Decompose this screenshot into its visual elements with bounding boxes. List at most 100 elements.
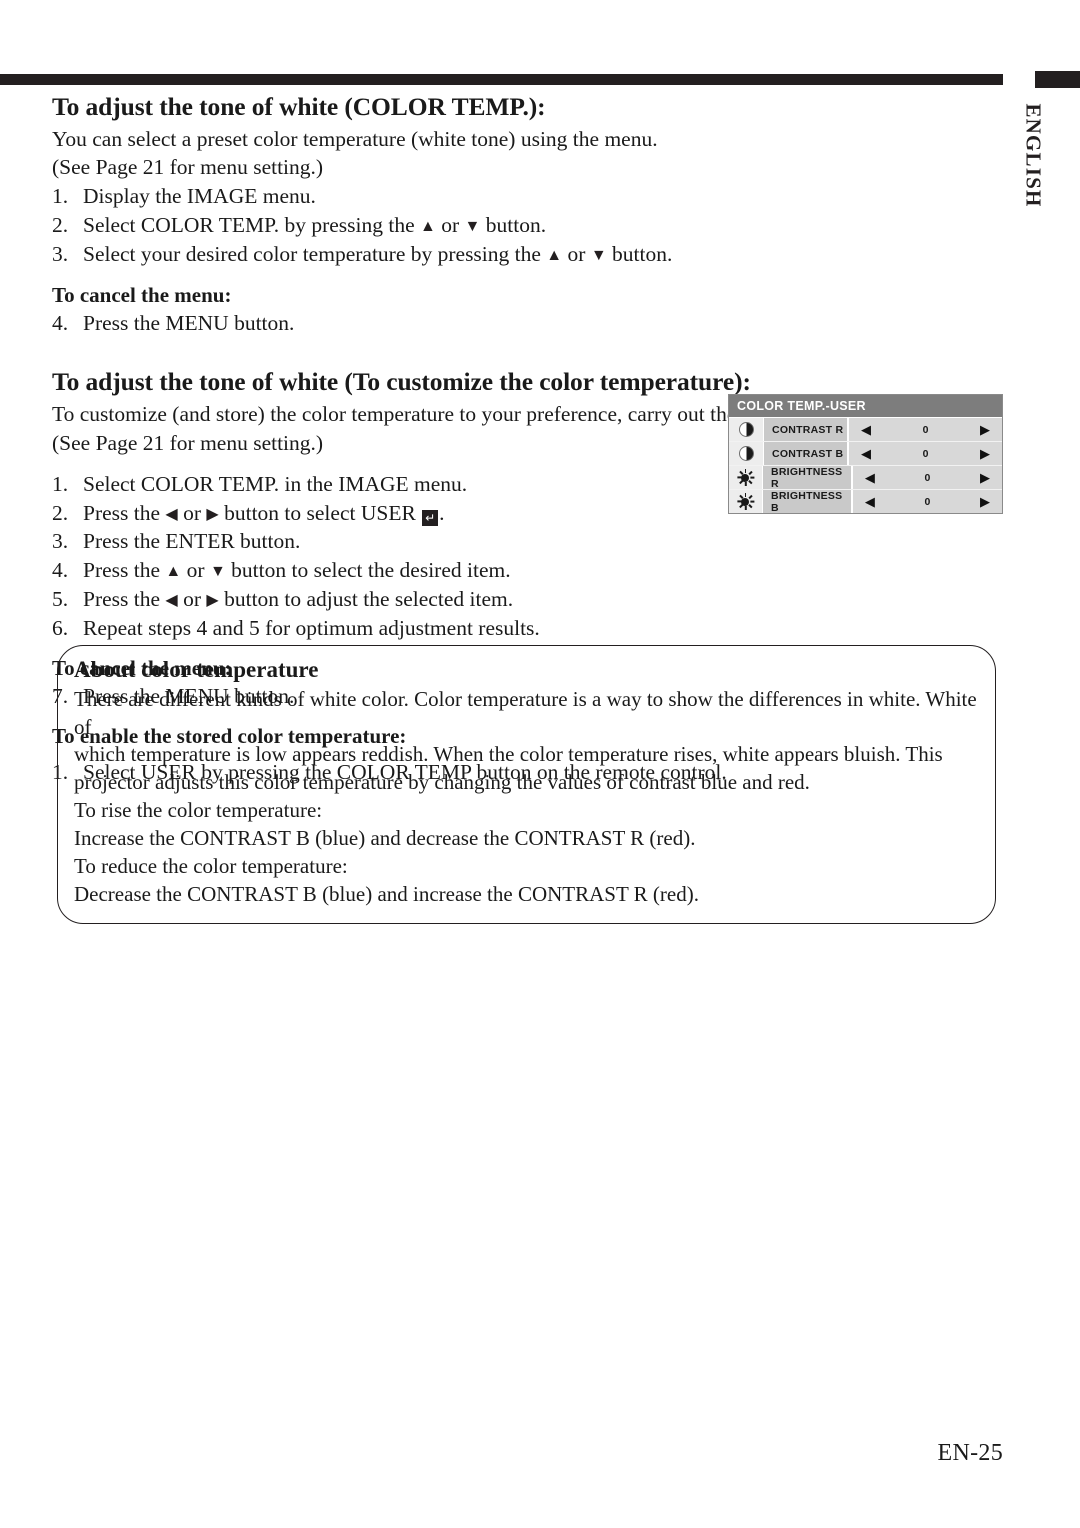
step-number: 3. bbox=[52, 242, 69, 267]
note-box-line: To reduce the color temperature: bbox=[74, 854, 348, 879]
osd-row-label: CONTRAST R bbox=[764, 418, 847, 441]
section1-steps: 1. Display the IMAGE menu. 2. Select COL… bbox=[52, 182, 1012, 269]
osd-value-control[interactable]: ◀ 0 ▶ bbox=[847, 442, 1002, 465]
step-text: Press the bbox=[83, 500, 166, 525]
step-number: 6. bbox=[52, 616, 69, 641]
osd-value-control[interactable]: ◀ 0 ▶ bbox=[850, 466, 1002, 489]
step-text-period: . bbox=[439, 500, 445, 525]
brightness-icon bbox=[736, 493, 754, 510]
step-number: 3. bbox=[52, 529, 69, 554]
decrease-arrow-icon[interactable]: ◀ bbox=[865, 495, 875, 508]
note-box-line: Increase the CONTRAST B (blue) and decre… bbox=[74, 826, 696, 851]
osd-row-label: BRIGHTNESS B bbox=[762, 490, 851, 514]
arrow-right-icon bbox=[206, 593, 218, 609]
step-text: Press the ENTER button. bbox=[83, 529, 301, 554]
section1-intro-line2: (See Page 21 for menu setting.) bbox=[52, 155, 324, 180]
section1-cancel-steps: 4. Press the MENU button. bbox=[52, 309, 1012, 338]
page-number: EN-25 bbox=[937, 1440, 1003, 1466]
osd-row-label: CONTRAST B bbox=[764, 442, 847, 465]
osd-value: 0 bbox=[924, 495, 931, 508]
step-number: 4. bbox=[52, 558, 69, 583]
osd-row-contrast-b[interactable]: CONTRAST B ◀ 0 ▶ bbox=[729, 442, 1002, 466]
brightness-icon-cell bbox=[729, 490, 763, 513]
step-number: 5. bbox=[52, 587, 69, 612]
step-text: Select COLOR TEMP. in the IMAGE menu. bbox=[83, 471, 468, 496]
step-item: 2. Select COLOR TEMP. by pressing the or… bbox=[52, 211, 1012, 240]
step-text-post: button. bbox=[606, 242, 673, 267]
note-box-line: projector adjusts this color temperature… bbox=[74, 770, 810, 795]
arrow-left-icon bbox=[165, 507, 177, 523]
osd-value: 0 bbox=[922, 423, 929, 436]
section1-heading: To adjust the tone of white (COLOR TEMP.… bbox=[52, 92, 546, 121]
decrease-arrow-icon[interactable]: ◀ bbox=[861, 423, 871, 436]
note-box-line: Decrease the CONTRAST B (blue) and incre… bbox=[74, 882, 699, 907]
osd-row-contrast-r[interactable]: CONTRAST R ◀ 0 ▶ bbox=[729, 418, 1002, 442]
step-text-mid: or bbox=[435, 213, 465, 238]
osd-row-brightness-r[interactable]: BRIGHTNESS R ◀ 0 ▶ bbox=[729, 466, 1002, 490]
increase-arrow-icon[interactable]: ▶ bbox=[980, 471, 990, 484]
increase-arrow-icon[interactable]: ▶ bbox=[980, 423, 990, 436]
step-number: 2. bbox=[52, 500, 69, 525]
decrease-arrow-icon[interactable]: ◀ bbox=[865, 471, 875, 484]
arrow-up-icon bbox=[165, 564, 181, 580]
language-tab: ENGLISH bbox=[1016, 95, 1050, 235]
step-text-post: button. bbox=[480, 213, 547, 238]
step-text-post: button to select USER bbox=[218, 500, 422, 525]
osd-row-brightness-b[interactable]: BRIGHTNESS B ◀ 0 ▶ bbox=[729, 490, 1002, 514]
step-text-mid: or bbox=[177, 500, 207, 525]
section2-heading: To adjust the tone of white (To customiz… bbox=[52, 367, 751, 397]
step-number: 2. bbox=[52, 213, 69, 238]
osd-value-control[interactable]: ◀ 0 ▶ bbox=[850, 490, 1002, 513]
step-text: Display the IMAGE menu. bbox=[83, 184, 316, 209]
step-text: Select COLOR TEMP. by pressing the bbox=[83, 213, 421, 238]
step-number: 4. bbox=[52, 311, 69, 336]
step-item: 3. Select your desired color temperature… bbox=[52, 240, 1012, 269]
step-item: 5. Press the or button to adjust the sel… bbox=[52, 585, 1012, 614]
step-item: 4. Press the or button to select the des… bbox=[52, 556, 1012, 585]
arrow-up-icon bbox=[546, 248, 562, 264]
enter-key-icon: ↵ bbox=[422, 509, 439, 526]
step-text-post: button to adjust the selected item. bbox=[218, 587, 514, 612]
contrast-icon-cell bbox=[729, 442, 764, 465]
note-box-line: There are different kinds of white color… bbox=[74, 686, 977, 739]
step-item: 1. Display the IMAGE menu. bbox=[52, 182, 1012, 211]
osd-row-label: BRIGHTNESS R bbox=[762, 466, 851, 490]
note-box-heading: About color temperature bbox=[74, 657, 319, 682]
arrow-up-icon bbox=[420, 219, 436, 235]
contrast-icon bbox=[738, 446, 754, 461]
contrast-icon-cell bbox=[729, 418, 764, 441]
header-rule-tab bbox=[1035, 71, 1080, 88]
step-text: Select your desired color temperature by… bbox=[83, 242, 547, 267]
brightness-icon bbox=[736, 469, 754, 486]
osd-title-bar: COLOR TEMP.-USER bbox=[729, 395, 1002, 418]
step-text-mid: or bbox=[177, 587, 207, 612]
step-item: 3. Press the ENTER button. bbox=[52, 527, 1012, 556]
step-text-mid: or bbox=[562, 242, 591, 267]
about-color-temperature-box: About color temperature There are differ… bbox=[57, 645, 996, 924]
section1-cancel-label: To cancel the menu: bbox=[52, 283, 232, 308]
note-box-line: To rise the color temperature: bbox=[74, 798, 323, 823]
contrast-icon bbox=[738, 422, 754, 437]
language-tab-label: ENGLISH bbox=[1021, 103, 1046, 208]
step-text: Press the bbox=[83, 558, 166, 583]
arrow-down-icon bbox=[465, 219, 481, 235]
step-number: 1. bbox=[52, 184, 69, 209]
note-box-line: which temperature is low appears reddish… bbox=[74, 742, 943, 767]
osd-value: 0 bbox=[924, 471, 931, 484]
osd-color-temp-user-menu: COLOR TEMP.-USER CONTRAST R ◀ 0 ▶ CONTRA… bbox=[728, 394, 1003, 514]
arrow-left-icon bbox=[165, 593, 177, 609]
osd-value: 0 bbox=[922, 447, 929, 460]
step-item: 4. Press the MENU button. bbox=[52, 309, 1012, 338]
header-rule bbox=[0, 74, 1003, 85]
step-number: 1. bbox=[52, 471, 69, 496]
increase-arrow-icon[interactable]: ▶ bbox=[980, 447, 990, 460]
decrease-arrow-icon[interactable]: ◀ bbox=[861, 447, 871, 460]
step-text-post: button to select the desired item. bbox=[225, 558, 511, 583]
step-text: Press the bbox=[83, 587, 166, 612]
section1-intro-line1: You can select a preset color temperatur… bbox=[52, 126, 658, 151]
step-text-mid: or bbox=[181, 558, 210, 583]
arrow-down-icon bbox=[591, 248, 607, 264]
step-text: Repeat steps 4 and 5 for optimum adjustm… bbox=[83, 616, 540, 641]
osd-value-control[interactable]: ◀ 0 ▶ bbox=[847, 418, 1002, 441]
increase-arrow-icon[interactable]: ▶ bbox=[980, 495, 990, 508]
